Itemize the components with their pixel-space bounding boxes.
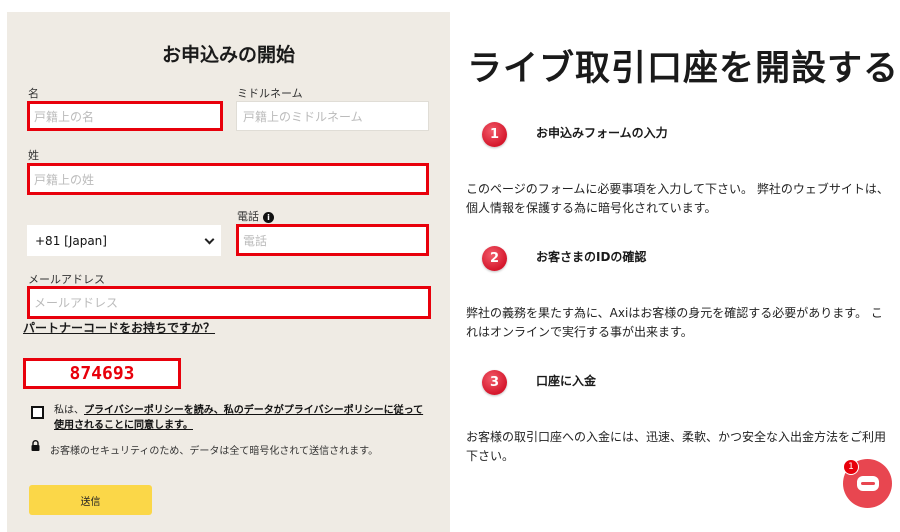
privacy-policy-link[interactable]: プライバシーポリシーを読み、私のデータがプライバシーポリシーに従って使用されるこ… xyxy=(54,405,423,431)
info-icon[interactable]: i xyxy=(263,212,274,223)
consent-text: 私は、プライバシーポリシーを読み、私のデータがプライバシーポリシーに従って使用さ… xyxy=(54,403,424,433)
step-2-badge: 2 xyxy=(482,246,507,271)
lock-icon xyxy=(31,440,40,451)
email-label: メールアドレス xyxy=(28,273,105,286)
chevron-down-icon xyxy=(204,234,215,245)
step-3-title: 口座に入金 xyxy=(536,374,597,388)
first-name-input[interactable]: 戸籍上の名 xyxy=(27,101,223,131)
email-input[interactable]: メールアドレス xyxy=(27,286,431,319)
page-heading: ライブ取引口座を開設する xyxy=(467,49,900,89)
step-2-title: お客さまのIDの確認 xyxy=(536,250,647,264)
step-2-description: 弊社の義務を果たす為に、Axiはお客様の身元を確認する必要があります。 これはオ… xyxy=(466,306,883,339)
country-code-select[interactable]: +81 [Japan] xyxy=(27,225,221,256)
partner-code-link[interactable]: パートナーコードをお持ちですか？ xyxy=(23,319,215,336)
submit-button[interactable]: 送信 xyxy=(29,485,152,515)
phone-input[interactable]: 電話 xyxy=(236,224,429,256)
step-3-badge: 3 xyxy=(482,370,507,395)
last-name-input[interactable]: 戸籍上の姓 xyxy=(27,163,429,195)
consent-checkbox[interactable] xyxy=(31,406,44,419)
last-name-label: 姓 xyxy=(28,149,39,162)
consent-prefix: 私は、 xyxy=(54,405,84,416)
page: お申込みの開始 名 戸籍上の名 ミドルネーム 戸籍上のミドルネーム 姓 戸籍上の… xyxy=(0,0,900,532)
country-code-value: +81 [Japan] xyxy=(35,233,107,248)
step-1-description: このページのフォームに必要事項を入力して下さい。 弊社のウェブサイトは、個人情報… xyxy=(466,182,889,215)
phone-label-text: 電話 xyxy=(237,210,259,223)
security-note: お客様のセキュリティのため、データは全て暗号化されて送信されます。 xyxy=(50,446,379,457)
phone-label: 電話 i xyxy=(237,208,274,224)
form-title: お申込みの開始 xyxy=(161,44,295,66)
step-3-description: お客様の取引口座への入金には、迅速、柔軟、かつ安全な入出金方法をご利用下さい。 xyxy=(466,430,887,463)
partner-code-field[interactable]: 874693 xyxy=(23,358,181,389)
middle-name-label: ミドルネーム xyxy=(237,87,303,100)
first-name-label: 名 xyxy=(28,87,39,100)
chat-notification-badge: 1 xyxy=(843,459,859,475)
chat-bubble-icon xyxy=(856,476,879,491)
step-1-badge: 1 xyxy=(482,122,507,147)
step-1-title: お申込みフォームの入力 xyxy=(536,126,668,140)
middle-name-input[interactable]: 戸籍上のミドルネーム xyxy=(236,101,429,131)
